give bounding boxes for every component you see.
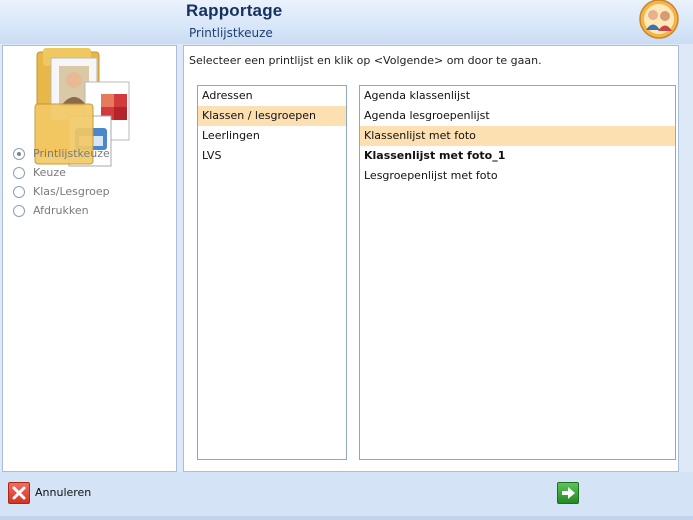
step-label: Afdrukken <box>33 204 89 217</box>
step-label: Printlijstkeuze <box>33 147 110 160</box>
footer: Annuleren <box>0 472 693 520</box>
list-item[interactable]: Leerlingen <box>198 126 346 146</box>
cancel-label: Annuleren <box>35 486 92 499</box>
step-label: Klas/Lesgroep <box>33 185 110 198</box>
step-radio-icon <box>13 186 25 198</box>
category-list[interactable]: Adressen Klassen / lesgroepen Leerlingen… <box>197 85 347 460</box>
step-radio-icon <box>13 205 25 217</box>
list-item[interactable]: Agenda klassenlijst <box>360 86 675 106</box>
page-title: Rapportage <box>186 1 283 20</box>
step-radio-checked-icon <box>13 148 25 160</box>
close-x-icon <box>8 482 30 504</box>
list-item[interactable]: Agenda lesgroepenlijst <box>360 106 675 126</box>
bottom-border <box>0 516 693 520</box>
step-radio-icon <box>13 167 25 179</box>
list-item[interactable]: Lesgroepenlijst met foto <box>360 166 675 186</box>
arrow-right-icon <box>562 487 575 499</box>
main-panel: Selecteer een printlijst en klik op <Vol… <box>183 45 679 472</box>
list-item-selected[interactable]: Klassenlijst met foto <box>360 126 675 146</box>
list-item[interactable]: LVS <box>198 146 346 166</box>
header: Rapportage Printlijstkeuze <box>0 0 693 44</box>
next-button[interactable] <box>557 482 579 504</box>
printlist-list[interactable]: Agenda klassenlijst Agenda lesgroepenlij… <box>359 85 676 460</box>
list-item[interactable]: Klassenlijst met foto_1 <box>360 146 675 166</box>
list-item[interactable]: Adressen <box>198 86 346 106</box>
page-subtitle: Printlijstkeuze <box>189 26 273 40</box>
instruction-text: Selecteer een printlijst en klik op <Vol… <box>189 54 542 67</box>
list-item-selected[interactable]: Klassen / lesgroepen <box>198 106 346 126</box>
users-help-icon[interactable] <box>636 0 682 40</box>
wizard-steps-panel: Printlijstkeuze Keuze Klas/Lesgroep Afdr… <box>2 45 177 472</box>
step-label: Keuze <box>33 166 66 179</box>
